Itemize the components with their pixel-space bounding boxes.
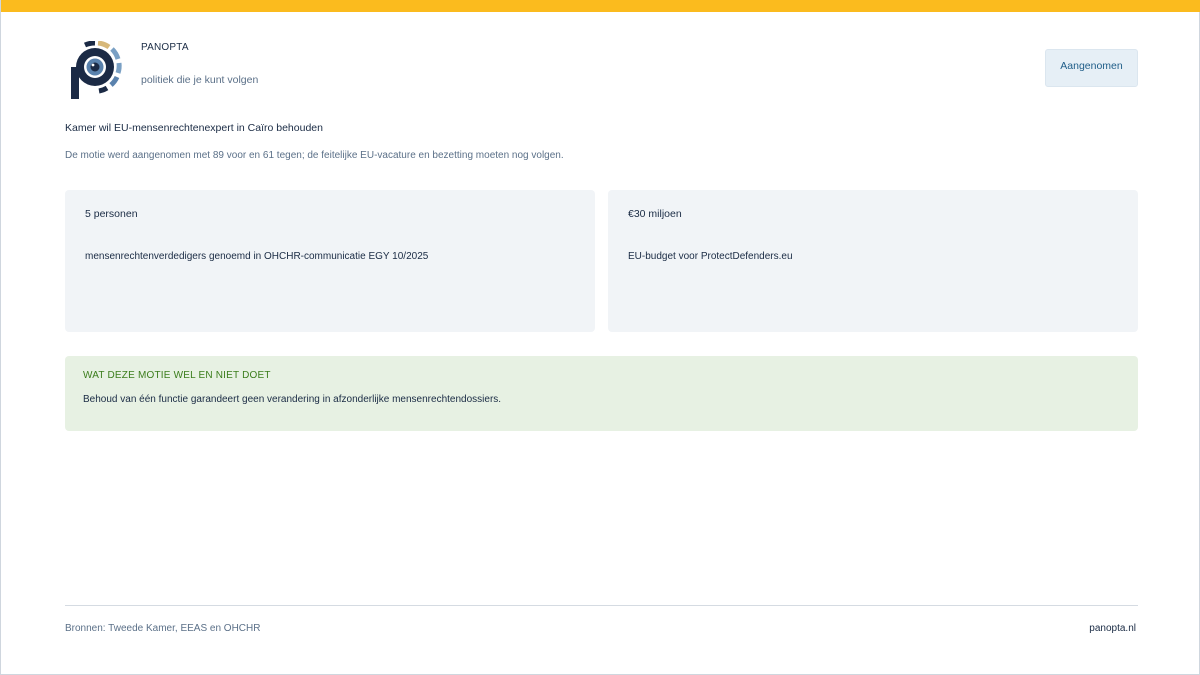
page-frame: PANOPTA politiek die je kunt volgen Aang… [0,0,1200,675]
note-text: Behoud van één functie garandeert geen v… [83,394,502,405]
stat-description: EU-budget voor ProtectDefenders.eu [628,251,793,262]
footer-site-link[interactable]: panopta.nl [1089,623,1136,634]
accent-bar [1,0,1200,12]
brand-name: PANOPTA [141,42,189,53]
stat-description: mensenrechtenverdedigers genoemd in OHCH… [85,251,429,262]
summary-text: De motie werd aangenomen met 89 voor en … [65,150,564,161]
footer-divider [65,605,1138,606]
brand-tagline: politiek die je kunt volgen [141,74,259,86]
panopta-logo-icon [71,41,122,99]
stat-value: €30 miljoen [628,208,682,220]
stat-value: 5 personen [85,208,138,220]
status-badge: Aangenomen [1045,49,1138,87]
stat-card-persons: 5 personen mensenrechtenverdedigers geno… [65,190,595,332]
motion-scope-note: WAT DEZE MOTIE WEL EN NIET DOET Behoud v… [65,356,1138,431]
footer-sources: Bronnen: Tweede Kamer, EEAS en OHCHR [65,623,261,634]
page-title: Kamer wil EU-mensenrechtenexpert in Caïr… [65,122,323,134]
stat-card-budget: €30 miljoen EU-budget voor ProtectDefend… [608,190,1138,332]
note-title: WAT DEZE MOTIE WEL EN NIET DOET [83,370,271,381]
header: PANOPTA politiek die je kunt volgen Aang… [65,38,1138,102]
